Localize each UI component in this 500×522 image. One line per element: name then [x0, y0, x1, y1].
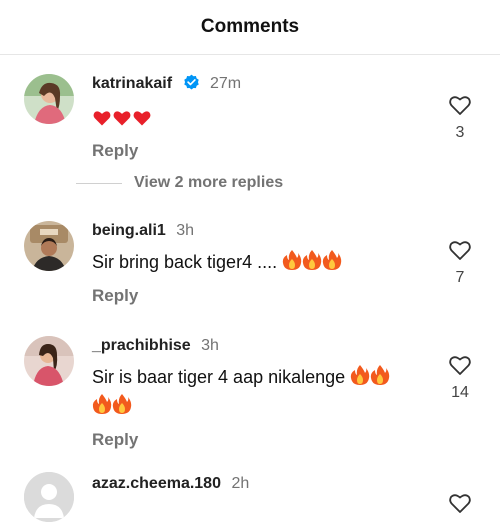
- comment-time: 27m: [209, 75, 242, 92]
- heart-outline-icon[interactable]: [448, 239, 472, 261]
- view-more-replies-label[interactable]: View 2 more replies: [134, 174, 283, 192]
- like-count: 3: [455, 124, 465, 141]
- comment-username[interactable]: azaz.cheema.180: [92, 475, 221, 492]
- view-more-replies[interactable]: View 2 more replies: [76, 172, 283, 194]
- heart-outline-icon[interactable]: [448, 492, 472, 514]
- reply-button[interactable]: Reply: [92, 286, 430, 306]
- comment-time: 3h: [201, 337, 219, 354]
- fire-emoji-icon: [350, 364, 370, 393]
- red-heart-emoji-icon: [112, 108, 132, 135]
- avatar[interactable]: [24, 472, 74, 522]
- red-heart-emoji-icon: [132, 108, 152, 135]
- like-area: 7: [448, 239, 472, 287]
- comment-text: Sir bring back tiger4 ....: [92, 249, 430, 278]
- avatar[interactable]: [24, 221, 74, 271]
- reply-button[interactable]: Reply: [92, 141, 430, 161]
- red-heart-emoji-icon: [92, 108, 112, 135]
- comment-username[interactable]: katrinakaif: [92, 75, 172, 92]
- like-area: 3: [448, 94, 472, 142]
- comment-text: Sir is baar tiger 4 aap nikalenge: [92, 364, 430, 422]
- fire-emoji-icon: [92, 393, 112, 422]
- verified-badge-icon: [183, 74, 200, 97]
- comment-username[interactable]: _prachibhise: [92, 337, 191, 354]
- comment-text-content: Sir bring back tiger4 ....: [92, 252, 283, 272]
- fire-emoji-icon: [302, 249, 322, 278]
- like-area: [448, 492, 472, 514]
- like-count: 7: [455, 269, 465, 286]
- comment-username[interactable]: being.ali1: [92, 222, 166, 239]
- like-count: 14: [451, 384, 469, 401]
- comment-time: 2h: [231, 475, 250, 492]
- reply-button[interactable]: Reply: [92, 430, 430, 450]
- avatar[interactable]: [24, 336, 74, 386]
- comment-time: 3h: [176, 222, 195, 239]
- comments-header: Comments: [0, 0, 500, 55]
- fire-emoji-icon: [370, 364, 390, 393]
- page-title: Comments: [200, 16, 300, 37]
- comment-text: [92, 107, 430, 135]
- fire-emoji-icon: [282, 249, 302, 278]
- heart-outline-icon[interactable]: [448, 354, 472, 376]
- comment-text-content: Sir is baar tiger 4 aap nikalenge: [92, 367, 351, 387]
- divider-line: [76, 182, 122, 184]
- like-area: 14: [448, 354, 472, 402]
- avatar[interactable]: [24, 74, 74, 124]
- heart-outline-icon[interactable]: [448, 94, 472, 116]
- fire-emoji-icon: [322, 249, 342, 278]
- fire-emoji-icon: [112, 393, 132, 422]
